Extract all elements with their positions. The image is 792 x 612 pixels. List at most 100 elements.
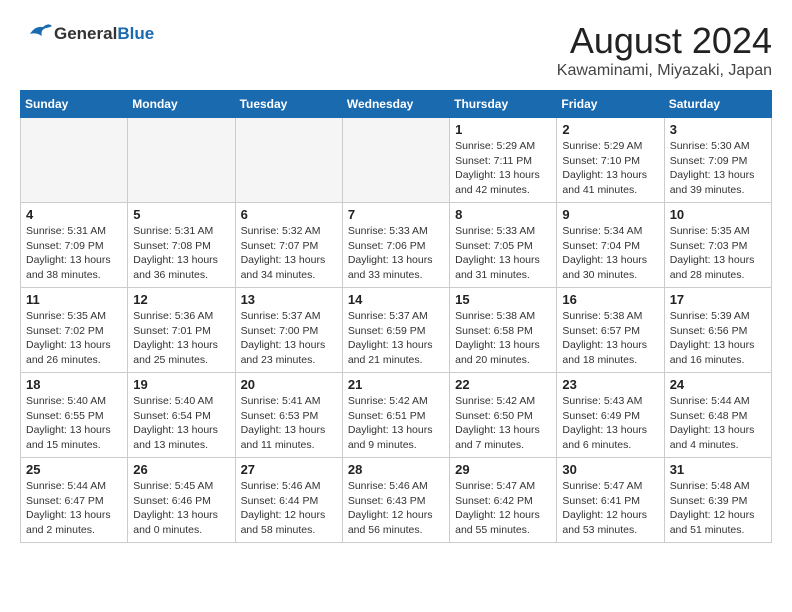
day-info: Sunrise: 5:43 AMSunset: 6:49 PMDaylight:…: [562, 394, 658, 453]
day-number: 25: [26, 462, 122, 477]
calendar-day-cell: 23 Sunrise: 5:43 AMSunset: 6:49 PMDayligh…: [557, 373, 664, 458]
day-number: 9: [562, 207, 658, 222]
calendar-day-cell: 24 Sunrise: 5:44 AMSunset: 6:48 PMDayligh…: [664, 373, 771, 458]
day-number: 23: [562, 377, 658, 392]
day-info: Sunrise: 5:40 AMSunset: 6:54 PMDaylight:…: [133, 394, 229, 453]
day-info: Sunrise: 5:31 AMSunset: 7:08 PMDaylight:…: [133, 224, 229, 283]
day-info: Sunrise: 5:38 AMSunset: 6:58 PMDaylight:…: [455, 309, 551, 368]
day-number: 5: [133, 207, 229, 222]
day-number: 29: [455, 462, 551, 477]
calendar-day-cell: 10 Sunrise: 5:35 AMSunset: 7:03 PMDayligh…: [664, 203, 771, 288]
day-number: 16: [562, 292, 658, 307]
calendar-week-row: 11 Sunrise: 5:35 AMSunset: 7:02 PMDayligh…: [21, 288, 772, 373]
calendar-day-cell: 2 Sunrise: 5:29 AMSunset: 7:10 PMDaylight…: [557, 118, 664, 203]
day-info: Sunrise: 5:47 AMSunset: 6:42 PMDaylight:…: [455, 479, 551, 538]
day-number: 28: [348, 462, 444, 477]
weekday-header-cell: Tuesday: [235, 91, 342, 118]
calendar-table: SundayMondayTuesdayWednesdayThursdayFrid…: [20, 90, 772, 543]
logo-blue-text: Blue: [117, 24, 154, 43]
weekday-header-cell: Thursday: [450, 91, 557, 118]
calendar-day-cell: 3Sunrise: 5:30 AMSunset: 7:09 PMDaylight…: [664, 118, 771, 203]
day-info: Sunrise: 5:36 AMSunset: 7:01 PMDaylight:…: [133, 309, 229, 368]
weekday-header-cell: Sunday: [21, 91, 128, 118]
month-title: August 2024: [557, 20, 772, 62]
day-info: Sunrise: 5:44 AMSunset: 6:47 PMDaylight:…: [26, 479, 122, 538]
page-header: GeneralBlue August 2024 Kawaminami, Miya…: [20, 20, 772, 80]
calendar-day-cell: 8 Sunrise: 5:33 AMSunset: 7:05 PMDaylight…: [450, 203, 557, 288]
calendar-day-cell: 15 Sunrise: 5:38 AMSunset: 6:58 PMDayligh…: [450, 288, 557, 373]
calendar-day-cell: [342, 118, 449, 203]
weekday-header-cell: Saturday: [664, 91, 771, 118]
calendar-day-cell: 31 Sunrise: 5:48 AMSunset: 6:39 PMDayligh…: [664, 458, 771, 543]
calendar-day-cell: 12 Sunrise: 5:36 AMSunset: 7:01 PMDayligh…: [128, 288, 235, 373]
day-number: 11: [26, 292, 122, 307]
calendar-day-cell: 29 Sunrise: 5:47 AMSunset: 6:42 PMDayligh…: [450, 458, 557, 543]
weekday-header-cell: Friday: [557, 91, 664, 118]
day-number: 4: [26, 207, 122, 222]
day-number: 10: [670, 207, 766, 222]
day-number: 12: [133, 292, 229, 307]
calendar-day-cell: 21Sunrise: 5:42 AMSunset: 6:51 PMDayligh…: [342, 373, 449, 458]
day-info: Sunrise: 5:33 AMSunset: 7:06 PMDaylight:…: [348, 224, 444, 283]
day-number: 2: [562, 122, 658, 137]
calendar-body: 1Sunrise: 5:29 AMSunset: 7:11 PMDaylight…: [21, 118, 772, 543]
day-number: 1: [455, 122, 551, 137]
calendar-day-cell: 25 Sunrise: 5:44 AMSunset: 6:47 PMDayligh…: [21, 458, 128, 543]
logo-bird-icon: [20, 20, 52, 48]
day-info: Sunrise: 5:29 AMSunset: 7:10 PMDaylight:…: [562, 139, 658, 198]
day-info: Sunrise: 5:34 AMSunset: 7:04 PMDaylight:…: [562, 224, 658, 283]
day-info: Sunrise: 5:37 AMSunset: 7:00 PMDaylight:…: [241, 309, 337, 368]
day-info: Sunrise: 5:48 AMSunset: 6:39 PMDaylight:…: [670, 479, 766, 538]
day-number: 20: [241, 377, 337, 392]
calendar-day-cell: 17Sunrise: 5:39 AMSunset: 6:56 PMDayligh…: [664, 288, 771, 373]
calendar-week-row: 4Sunrise: 5:31 AMSunset: 7:09 PMDaylight…: [21, 203, 772, 288]
day-info: Sunrise: 5:35 AMSunset: 7:02 PMDaylight:…: [26, 309, 122, 368]
calendar-day-cell: 27 Sunrise: 5:46 AMSunset: 6:44 PMDayligh…: [235, 458, 342, 543]
calendar-day-cell: 18 Sunrise: 5:40 AMSunset: 6:55 PMDayligh…: [21, 373, 128, 458]
day-number: 15: [455, 292, 551, 307]
day-number: 13: [241, 292, 337, 307]
location-title: Kawaminami, Miyazaki, Japan: [557, 62, 772, 80]
logo-general-text: General: [54, 24, 117, 43]
day-info: Sunrise: 5:40 AMSunset: 6:55 PMDaylight:…: [26, 394, 122, 453]
calendar-day-cell: 26Sunrise: 5:45 AMSunset: 6:46 PMDayligh…: [128, 458, 235, 543]
day-info: Sunrise: 5:37 AMSunset: 6:59 PMDaylight:…: [348, 309, 444, 368]
day-info: Sunrise: 5:47 AMSunset: 6:41 PMDaylight:…: [562, 479, 658, 538]
logo: GeneralBlue: [20, 20, 154, 48]
calendar-day-cell: [235, 118, 342, 203]
calendar-week-row: 18 Sunrise: 5:40 AMSunset: 6:55 PMDayligh…: [21, 373, 772, 458]
calendar-day-cell: 7Sunrise: 5:33 AMSunset: 7:06 PMDaylight…: [342, 203, 449, 288]
calendar-week-row: 1Sunrise: 5:29 AMSunset: 7:11 PMDaylight…: [21, 118, 772, 203]
day-info: Sunrise: 5:32 AMSunset: 7:07 PMDaylight:…: [241, 224, 337, 283]
calendar-day-cell: 16Sunrise: 5:38 AMSunset: 6:57 PMDayligh…: [557, 288, 664, 373]
calendar-day-cell: 1Sunrise: 5:29 AMSunset: 7:11 PMDaylight…: [450, 118, 557, 203]
day-info: Sunrise: 5:46 AMSunset: 6:44 PMDaylight:…: [241, 479, 337, 538]
weekday-header-cell: Monday: [128, 91, 235, 118]
calendar-day-cell: 28Sunrise: 5:46 AMSunset: 6:43 PMDayligh…: [342, 458, 449, 543]
day-info: Sunrise: 5:42 AMSunset: 6:51 PMDaylight:…: [348, 394, 444, 453]
calendar-day-cell: 5 Sunrise: 5:31 AMSunset: 7:08 PMDaylight…: [128, 203, 235, 288]
day-number: 27: [241, 462, 337, 477]
calendar-day-cell: 4Sunrise: 5:31 AMSunset: 7:09 PMDaylight…: [21, 203, 128, 288]
calendar-day-cell: 22Sunrise: 5:42 AMSunset: 6:50 PMDayligh…: [450, 373, 557, 458]
day-info: Sunrise: 5:41 AMSunset: 6:53 PMDaylight:…: [241, 394, 337, 453]
day-number: 26: [133, 462, 229, 477]
day-number: 3: [670, 122, 766, 137]
day-number: 19: [133, 377, 229, 392]
day-info: Sunrise: 5:39 AMSunset: 6:56 PMDaylight:…: [670, 309, 766, 368]
day-number: 31: [670, 462, 766, 477]
weekday-header-row: SundayMondayTuesdayWednesdayThursdayFrid…: [21, 91, 772, 118]
day-number: 8: [455, 207, 551, 222]
day-number: 6: [241, 207, 337, 222]
day-info: Sunrise: 5:35 AMSunset: 7:03 PMDaylight:…: [670, 224, 766, 283]
calendar-day-cell: 11 Sunrise: 5:35 AMSunset: 7:02 PMDayligh…: [21, 288, 128, 373]
calendar-day-cell: 6 Sunrise: 5:32 AMSunset: 7:07 PMDaylight…: [235, 203, 342, 288]
day-number: 24: [670, 377, 766, 392]
day-info: Sunrise: 5:44 AMSunset: 6:48 PMDaylight:…: [670, 394, 766, 453]
day-info: Sunrise: 5:33 AMSunset: 7:05 PMDaylight:…: [455, 224, 551, 283]
calendar-day-cell: 20 Sunrise: 5:41 AMSunset: 6:53 PMDayligh…: [235, 373, 342, 458]
day-number: 18: [26, 377, 122, 392]
calendar-day-cell: [21, 118, 128, 203]
calendar-day-cell: 30Sunrise: 5:47 AMSunset: 6:41 PMDayligh…: [557, 458, 664, 543]
calendar-day-cell: 9 Sunrise: 5:34 AMSunset: 7:04 PMDaylight…: [557, 203, 664, 288]
